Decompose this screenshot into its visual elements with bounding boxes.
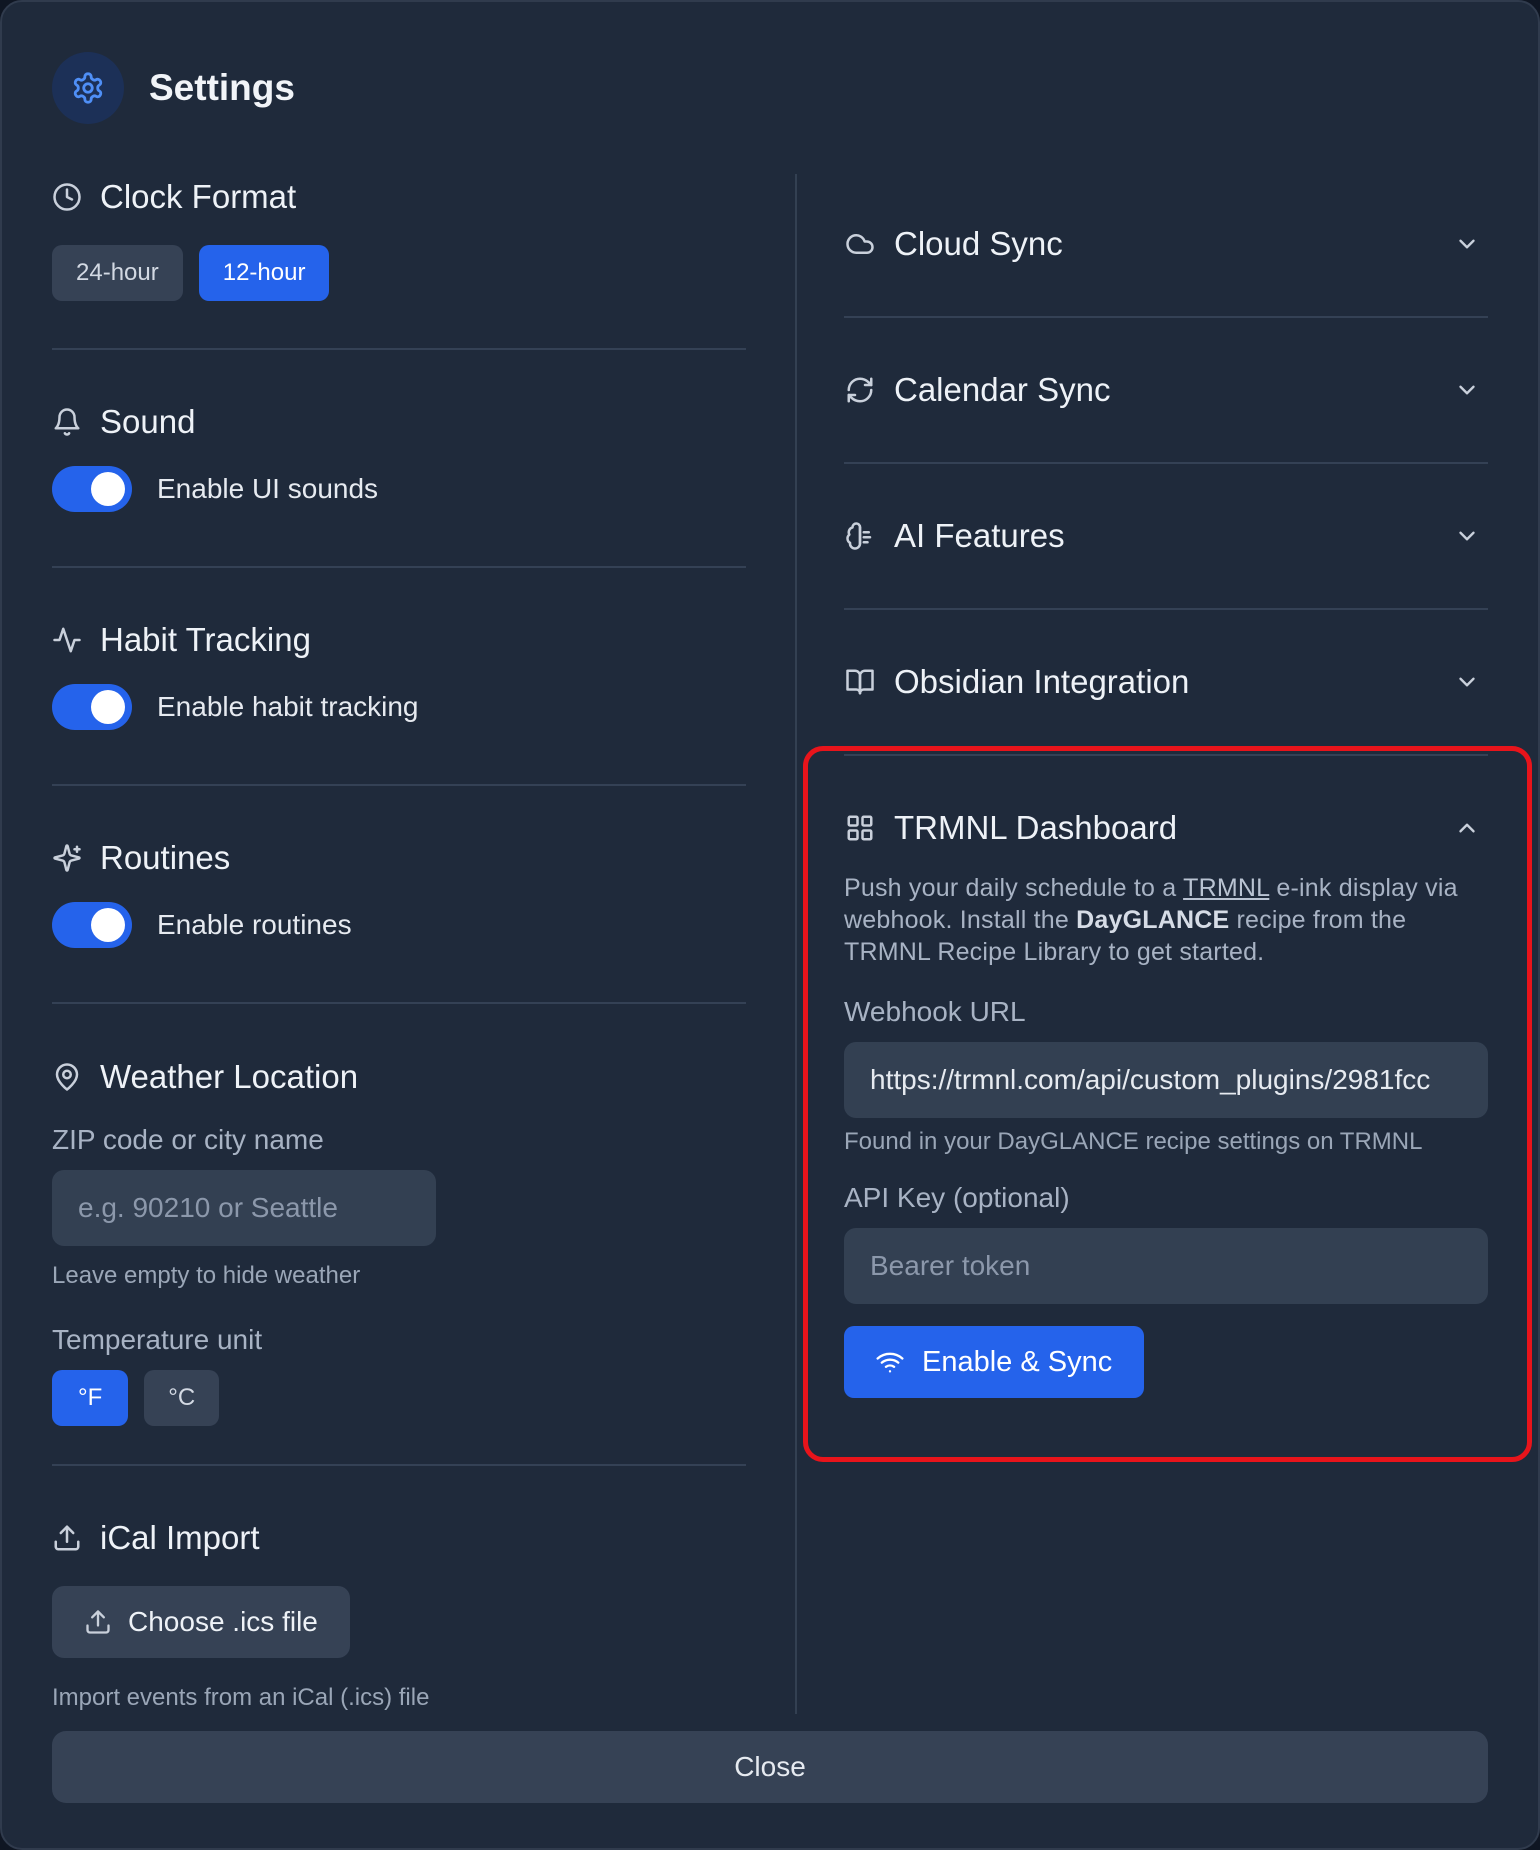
accordion-title: Obsidian Integration	[894, 663, 1190, 700]
accordion-ai-features[interactable]: AI Features	[844, 506, 1488, 566]
webhook-url-label: Webhook URL	[844, 996, 1026, 1027]
toggle-knob	[91, 690, 125, 724]
habit-tracking-label: Enable habit tracking	[157, 691, 419, 722]
routines-toggle[interactable]	[52, 902, 132, 948]
clock-icon	[52, 182, 82, 212]
refresh-icon	[844, 374, 876, 406]
upload-icon	[52, 1523, 82, 1553]
routines-section: Routines Enable routines	[52, 836, 746, 948]
accordion-obsidian-integration[interactable]: Obsidian Integration	[844, 652, 1488, 712]
accordion-title: Cloud Sync	[894, 225, 1063, 262]
dayglance-name: DayGLANCE	[1076, 906, 1230, 934]
sparkles-icon	[52, 843, 82, 873]
location-label: ZIP code or city name	[52, 1124, 324, 1155]
accordion-title: TRMNL Dashboard	[894, 809, 1178, 846]
ui-sounds-toggle[interactable]	[52, 466, 132, 512]
accordion-title: Calendar Sync	[894, 371, 1111, 408]
settings-dialog: Settings Clock Format 24-hour 12-hour So…	[0, 0, 1540, 1850]
divider	[52, 1464, 746, 1466]
api-key-label: API Key (optional)	[844, 1182, 1070, 1213]
divider	[52, 566, 746, 568]
divider	[844, 316, 1488, 318]
section-title: Sound	[100, 403, 196, 440]
gear-icon	[52, 52, 124, 124]
clock-12-hour-button[interactable]: 12-hour	[198, 245, 330, 301]
sound-section: Sound Enable UI sounds	[52, 400, 746, 512]
clock-format-section: Clock Format 24-hour 12-hour	[52, 175, 746, 301]
webhook-url-input[interactable]	[844, 1042, 1488, 1118]
trmnl-header[interactable]: TRMNL Dashboard	[844, 798, 1488, 858]
section-title: Habit Tracking	[100, 621, 311, 658]
temperature-unit-label: Temperature unit	[52, 1324, 263, 1355]
fahrenheit-button[interactable]: °F	[52, 1370, 129, 1426]
ical-import-section: iCal Import Choose .ics file Import even…	[52, 1516, 746, 1712]
chevron-down-icon	[1452, 667, 1482, 697]
enable-sync-button[interactable]: Enable & Sync	[844, 1326, 1145, 1398]
habit-tracking-section: Habit Tracking Enable habit tracking	[52, 618, 746, 730]
desc-text: Push your daily schedule to a	[844, 874, 1184, 902]
divider	[52, 1002, 746, 1004]
section-title: iCal Import	[100, 1519, 260, 1556]
cloud-icon	[844, 228, 876, 260]
divider	[844, 754, 1488, 756]
accordion-title: AI Features	[894, 517, 1065, 554]
book-open-icon	[844, 666, 876, 698]
grid-icon	[844, 812, 876, 844]
divider	[52, 348, 746, 350]
dialog-header: Settings	[52, 52, 295, 124]
toggle-knob	[91, 472, 125, 506]
accordion-cloud-sync[interactable]: Cloud Sync	[844, 214, 1488, 274]
accordion-calendar-sync[interactable]: Calendar Sync	[844, 360, 1488, 420]
bell-icon	[52, 407, 82, 437]
clock-24-hour-button[interactable]: 24-hour	[52, 245, 183, 301]
celsius-button[interactable]: °C	[144, 1370, 220, 1426]
api-key-input[interactable]	[844, 1228, 1488, 1304]
dialog-title: Settings	[149, 67, 295, 108]
location-input[interactable]	[52, 1170, 436, 1246]
brain-icon	[844, 520, 876, 552]
section-title: Weather Location	[100, 1058, 359, 1095]
divider	[52, 784, 746, 786]
ical-hint: Import events from an iCal (.ics) file	[52, 1684, 430, 1711]
habit-tracking-toggle[interactable]	[52, 684, 132, 730]
map-pin-icon	[52, 1062, 82, 1092]
close-button[interactable]: Close	[52, 1731, 1488, 1803]
chevron-down-icon	[1452, 229, 1482, 259]
choose-ics-file-button[interactable]: Choose .ics file	[52, 1586, 350, 1658]
section-title: Clock Format	[100, 178, 297, 215]
divider	[844, 608, 1488, 610]
chevron-up-icon	[1452, 813, 1482, 843]
trmnl-link[interactable]: TRMNL	[1183, 874, 1269, 902]
divider	[844, 462, 1488, 464]
toggle-knob	[91, 908, 125, 942]
column-divider	[795, 174, 797, 1714]
activity-icon	[52, 625, 82, 655]
upload-icon	[84, 1608, 112, 1636]
section-title: Routines	[100, 839, 231, 876]
location-hint: Leave empty to hide weather	[52, 1262, 361, 1289]
accordion-trmnl-dashboard: TRMNL Dashboard Push your daily schedule…	[844, 798, 1488, 1398]
routines-label: Enable routines	[157, 909, 352, 940]
trmnl-description: Push your daily schedule to a TRMNL e-in…	[844, 872, 1488, 968]
choose-ics-file-label: Choose .ics file	[128, 1606, 318, 1637]
chevron-down-icon	[1452, 375, 1482, 405]
ui-sounds-label: Enable UI sounds	[157, 473, 379, 504]
wifi-icon	[876, 1348, 904, 1376]
webhook-url-hint: Found in your DayGLANCE recipe settings …	[844, 1128, 1423, 1155]
chevron-down-icon	[1452, 521, 1482, 551]
enable-sync-label: Enable & Sync	[922, 1345, 1113, 1378]
weather-location-section: Weather Location ZIP code or city name L…	[52, 1055, 746, 1426]
